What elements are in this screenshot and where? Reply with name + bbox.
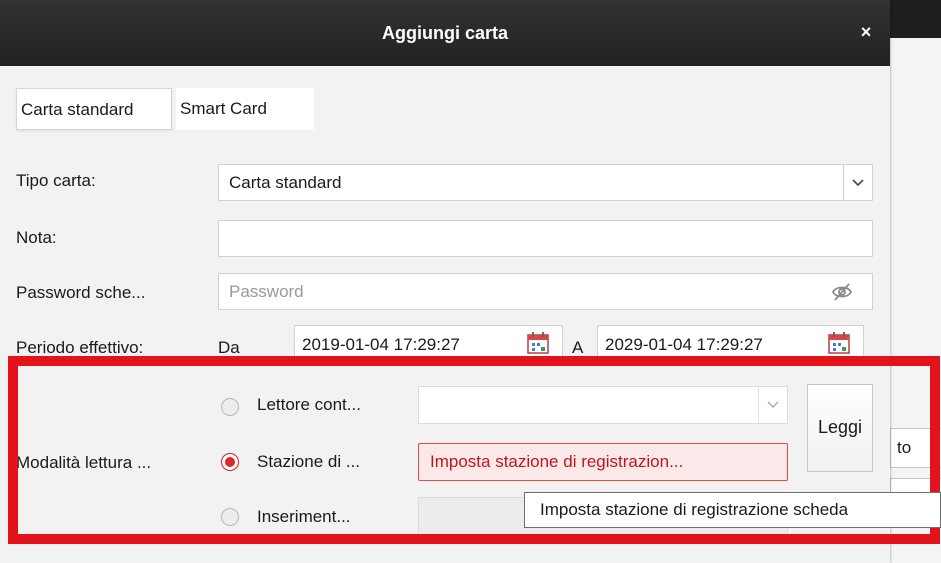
background-window-titlebar <box>890 0 941 38</box>
tooltip: Imposta stazione di registrazione scheda <box>524 492 941 528</box>
card-type-label: Tipo carta: <box>16 171 96 190</box>
period-to-label: A <box>572 338 584 357</box>
note-label: Nota: <box>16 228 57 247</box>
chevron-down-icon[interactable] <box>843 165 872 200</box>
close-icon[interactable]: × <box>856 22 876 42</box>
tab-standard-card[interactable]: Carta standard <box>16 88 172 130</box>
period-label: Periodo effettivo: <box>16 338 144 357</box>
dialog-title: Aggiungi carta <box>381 23 508 43</box>
eye-off-icon[interactable] <box>831 282 853 307</box>
tab-smart-card[interactable]: Smart Card <box>176 88 314 130</box>
password-input[interactable]: Password <box>218 273 873 310</box>
note-input[interactable] <box>218 220 873 257</box>
period-from-label: Da <box>218 338 240 357</box>
card-type-select[interactable]: Carta standard <box>218 164 873 201</box>
card-type-value: Carta standard <box>229 172 342 192</box>
password-placeholder: Password <box>229 281 304 301</box>
calendar-icon[interactable] <box>527 332 549 354</box>
password-label: Password sche... <box>16 283 146 302</box>
calendar-icon[interactable] <box>828 332 850 354</box>
